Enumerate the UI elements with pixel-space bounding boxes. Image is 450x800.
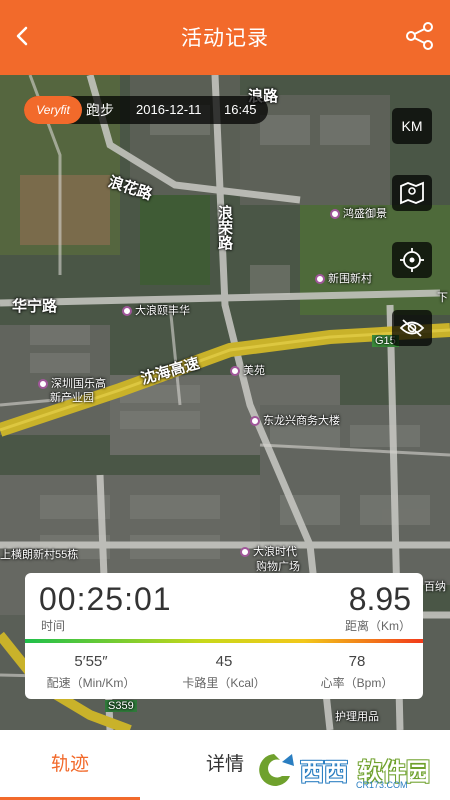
map-label-donglongxing: 东龙兴商务大楼 [250,412,340,428]
hide-toggle-button[interactable] [392,310,432,346]
poi-name: 新围新村 [328,273,372,285]
poi-name: 大浪颐丰华 [135,305,190,317]
map-label-huaning-road: 华宁路 [12,298,58,315]
map-label-industry-park: 新产业园 [50,392,94,404]
map-label-shanghengyang: 上横朗新村55栋 [0,549,79,561]
poi-icon [240,547,250,558]
map-label-langrong-road: 浪荣路 [216,205,233,250]
activity-info-pill: Veryfit 跑步 2016-12-11 16:45 [24,96,268,124]
tab-track[interactable]: 轨迹 [0,730,140,800]
activity-time: 16:45 [224,102,257,117]
stats-card: 00:25:01 时间 8.95 距离（Km） 5′55″ 配速（Min/Km）… [25,573,423,699]
heart-rate-value: 78 [348,653,366,670]
heart-rate-stat: 78 心率（Bpm） [291,653,423,691]
poi-icon [330,209,340,220]
activity-date: 2016-12-11 [136,102,202,117]
map-label-dalang-shidai: 大浪时代 [240,543,297,559]
map-label-dalang-fenghua: 大浪颐丰华 [122,302,190,318]
calories-value: 45 [215,653,233,670]
map-label-hongsheng: 鸿盛御景 [330,205,387,221]
app-header: 活动记录 [0,0,450,75]
eye-slash-icon [399,319,425,337]
poi-icon [315,274,325,285]
pace-stat: 5′55″ 配速（Min/Km） [25,653,157,691]
watermark-text: 西西 [300,759,348,786]
sport-type: 跑步 [86,102,114,118]
calories-label: 卡路里（Kcal） [182,676,266,690]
locate-icon [400,248,424,272]
map-label-baifen: 百纳 [424,581,446,593]
poi-name: 美苑 [243,365,265,377]
poi-icon [230,366,240,377]
poi-name: 鸿盛御景 [343,208,387,220]
map-label-huli: 护理用品 [335,711,379,723]
intensity-gradient-bar [25,639,423,643]
page-title: 活动记录 [181,27,269,50]
map-icon [400,181,424,205]
distance-value: 8.95 [348,581,411,617]
map-label-meiyuan: 美苑 [230,362,265,378]
share-icon[interactable] [404,20,436,52]
pace-value: 5′55″ [74,653,108,670]
pace-label: 配速（Min/Km） [46,676,136,690]
watermark-url: CR173.COM [356,780,408,790]
locate-button[interactable] [392,242,432,278]
poi-name: 东龙兴商务大楼 [263,415,340,427]
poi-name: 大浪时代 [253,546,297,558]
brand-badge: Veryfit [24,96,82,124]
map-label-xia: 下 [437,292,448,304]
distance-label: 距离（Km） [344,619,411,633]
poi-icon [38,379,48,390]
map-label-xinwei: 新围新村 [315,270,372,286]
map-type-button[interactable] [392,175,432,211]
map-label-shopping-plaza: 购物广场 [256,561,300,573]
unit-toggle-button[interactable]: KM [392,108,432,144]
duration-label: 时间 [41,619,66,633]
map-label-s359: S359 [105,700,137,712]
calories-stat: 45 卡路里（Kcal） [158,653,290,691]
duration-value: 00:25:01 [39,581,172,617]
poi-icon [122,306,132,317]
heart-rate-label: 心率（Bpm） [320,676,394,690]
poi-icon [250,416,260,427]
